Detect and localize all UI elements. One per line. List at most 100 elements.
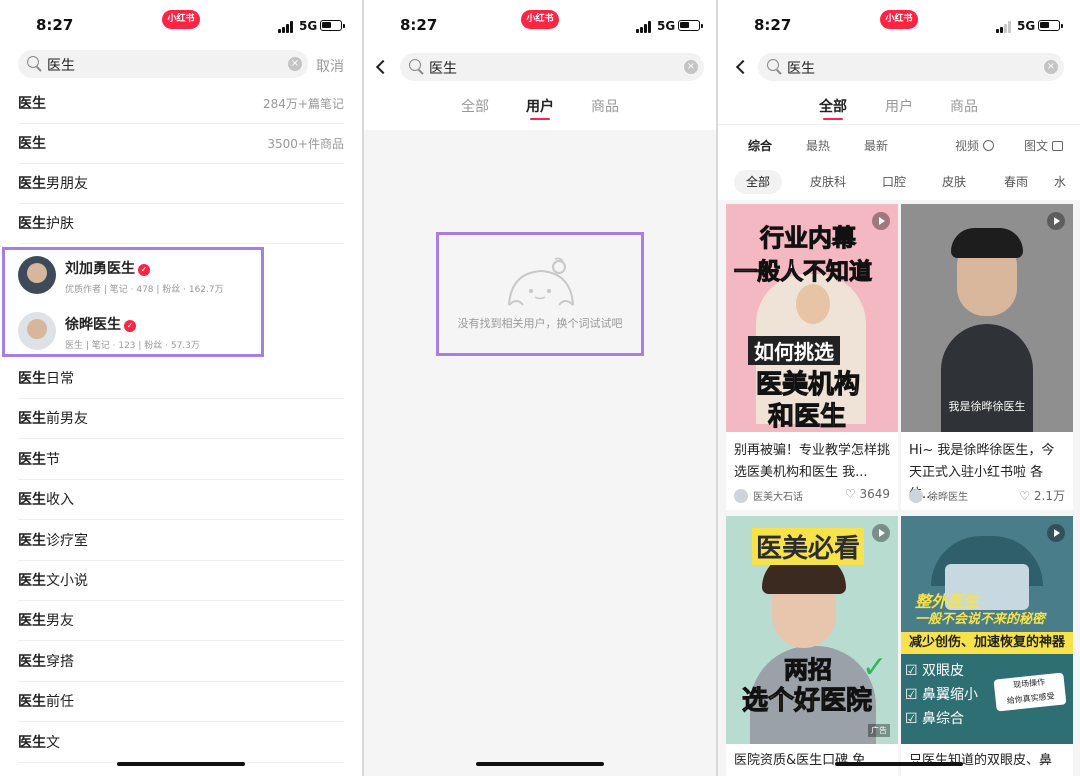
suggestion-item[interactable]: 医生收入 — [18, 480, 344, 521]
tab-users[interactable]: 用户 — [526, 96, 554, 120]
suggestion-keyword: 医生 — [18, 176, 46, 192]
topic-chip[interactable]: 春雨 — [992, 170, 1040, 194]
heart-icon: ♡ — [844, 487, 856, 501]
suggestion-item[interactable]: 医生男友 — [18, 601, 344, 642]
battery-icon — [320, 20, 345, 31]
card-author: 徐晔医生 — [909, 488, 968, 503]
suggestion-item[interactable]: 医生日常 — [18, 359, 344, 399]
clear-icon[interactable]: × — [288, 57, 302, 71]
note-card[interactable]: 医美必看 两招 选个好医院 ✓ 广告 医院资质&医生口碑 免 — [726, 516, 898, 776]
overlay-text: 行业内幕 — [760, 224, 857, 253]
card-likes[interactable]: ♡ 3649 — [845, 487, 890, 501]
overlay-text: 一般不会说不来的秘密 — [915, 612, 1046, 627]
sort-comprehensive[interactable]: 综合 — [748, 137, 772, 154]
suggestion-item[interactable]: 医生文 — [18, 723, 344, 763]
note-card[interactable]: 我是徐晔徐医生 Hi~ 我是徐晔徐医生，今天正式入驻小红书啦 各位... 徐晔医… — [901, 204, 1073, 510]
suggestion-count: 3500+件商品 — [267, 137, 344, 151]
suggestion-keyword: 医生 — [18, 734, 46, 751]
suggestion-keyword: 医生 — [18, 96, 46, 112]
network-label: 5G — [1017, 19, 1036, 33]
suggestion-item[interactable]: 医生文小说 — [18, 561, 344, 601]
card-title: 只医生知道的双眼皮、鼻 — [909, 753, 1053, 768]
filter-video[interactable]: 视频 — [955, 137, 994, 154]
clear-icon[interactable]: × — [684, 60, 698, 74]
sort-bar: 综合 最热 最新 视频 图文 — [718, 128, 1080, 162]
sort-newest[interactable]: 最新 — [864, 137, 888, 154]
suggestion-item[interactable]: 医生穿搭 — [18, 642, 344, 682]
user-result[interactable]: 徐晔医生 ✓ 医生 | 笔记 · 123 | 粉丝 · 57.3万 — [18, 308, 258, 356]
filter-image-text[interactable]: 图文 — [1024, 137, 1063, 154]
avatar — [18, 312, 56, 350]
note-card[interactable]: 整外医生 一般不会说不来的秘密 减少创伤、加速恢复的神器 ☑ 双眼皮 ☑ 鼻翼缩… — [901, 516, 1073, 776]
note-card[interactable]: 行业内幕 一般人不知道 如何挑选 医美机构 和医生 别再被骗！专业教学怎样挑选医… — [726, 204, 898, 510]
card-thumbnail: 行业内幕 一般人不知道 如何挑选 医美机构 和医生 — [726, 204, 898, 432]
cancel-button[interactable]: 取消 — [316, 56, 344, 76]
play-icon — [1047, 524, 1065, 542]
suggestion-item[interactable]: 医生前男友 — [18, 399, 344, 440]
user-result[interactable]: 刘加勇医生 ✓ 优质作者 | 笔记 · 478 | 粉丝 · 162.7万 — [18, 252, 258, 300]
checklist-item: ☑ 鼻综合 — [905, 708, 964, 728]
likes-count: 2.1万 — [1033, 489, 1065, 503]
tab-all[interactable]: 全部 — [819, 96, 847, 120]
suggestion-keyword: 医生 — [18, 653, 46, 670]
all-results-screen: 8:27 小红书 5G 医生 × 全部 用户 商品 综合 最热 最新 视频 图文… — [718, 0, 1080, 776]
search-input[interactable]: 医生 × — [400, 53, 704, 81]
result-tabs: 全部 用户 商品 — [364, 90, 716, 130]
suggestion-item[interactable]: 医生前任 — [18, 682, 344, 723]
suggestion-item[interactable]: 医生 284万+篇笔记 — [18, 84, 344, 124]
signal-icon — [636, 21, 654, 33]
card-likes[interactable]: ♡ 2.1万 — [1019, 487, 1065, 504]
search-icon — [27, 56, 39, 68]
checklist-label: 双眼皮 — [922, 663, 965, 679]
search-input[interactable]: 医生 × — [18, 50, 308, 78]
topic-chip[interactable]: 全部 — [734, 170, 783, 194]
suggestion-item[interactable]: 医生 3500+件商品 — [18, 124, 344, 164]
signal-icon — [996, 21, 1014, 33]
overlay-text: 选个好医院 — [741, 686, 873, 717]
checklist-item: ☑ 双眼皮 — [905, 660, 964, 680]
back-button[interactable] — [735, 59, 751, 75]
search-icon — [409, 59, 421, 71]
suggestion-keyword: 医生 — [18, 532, 46, 549]
checkbox-icon: ☑ — [905, 687, 918, 703]
tab-goods[interactable]: 商品 — [591, 96, 619, 116]
suggestion-item[interactable]: 医生诊疗室 — [18, 521, 344, 561]
search-suggestions-screen: 8:27 小红书 5G 医生 × 取消 医生 284万+篇笔记 医生 3500+件商品… — [0, 0, 362, 776]
empty-state: 没有找到相关用户，换个词试试吧 — [436, 232, 644, 356]
play-circle-icon — [982, 140, 994, 151]
card-title: 医院资质&医生口碑 免 — [734, 753, 866, 768]
overlay-text: 和医生 — [767, 402, 847, 433]
checkbox-icon: ☑ — [905, 663, 918, 679]
user-meta: 医生 | 笔记 · 123 | 粉丝 · 57.3万 — [65, 341, 200, 351]
tab-all[interactable]: 全部 — [461, 96, 489, 116]
overlay-text: 减少创伤、加速恢复的神器 — [901, 632, 1073, 654]
card-title: 别再被骗！专业教学怎样挑选医美机构和医生 我... — [734, 443, 891, 480]
app-badge: 小红书 — [521, 10, 559, 29]
screenshot-collage: 8:27 小红书 5G 医生 × 取消 医生 284万+篇笔记 医生 3500+件商品… — [0, 0, 1080, 776]
topic-chip[interactable]: 水 — [1054, 170, 1066, 194]
topic-chip[interactable]: 皮肤科 — [798, 170, 858, 194]
suggestion-item[interactable]: 医生节 — [18, 440, 344, 480]
likes-count: 3649 — [859, 487, 890, 501]
topic-chip[interactable]: 口腔 — [870, 170, 918, 194]
clear-icon[interactable]: × — [1044, 60, 1058, 74]
card-thumbnail: 医美必看 两招 选个好医院 ✓ 广告 — [726, 516, 898, 744]
suggestion-suffix: 穿搭 — [46, 653, 74, 670]
topic-chip[interactable]: 皮肤 — [930, 170, 978, 194]
status-bar: 8:27 小红书 5G — [718, 0, 1080, 50]
image-icon — [1051, 141, 1063, 151]
tab-goods[interactable]: 商品 — [950, 96, 978, 116]
tab-users[interactable]: 用户 — [885, 96, 913, 116]
suggestion-suffix: 护肤 — [46, 216, 74, 232]
sort-hottest[interactable]: 最热 — [806, 137, 830, 154]
suggestion-item[interactable]: 医生护肤 — [18, 204, 344, 244]
signal-icon — [278, 21, 296, 33]
suggestion-keyword: 医生 — [18, 451, 46, 468]
network-label: 5G — [657, 19, 676, 33]
status-time: 8:27 — [400, 16, 438, 34]
overlay-text: 我是徐晔徐医生 — [948, 400, 1026, 413]
search-input[interactable]: 医生 × — [758, 53, 1064, 81]
search-query: 医生 — [787, 61, 815, 77]
filter-video-label: 视频 — [955, 139, 980, 153]
suggestion-item[interactable]: 医生男朋友 — [18, 164, 344, 204]
